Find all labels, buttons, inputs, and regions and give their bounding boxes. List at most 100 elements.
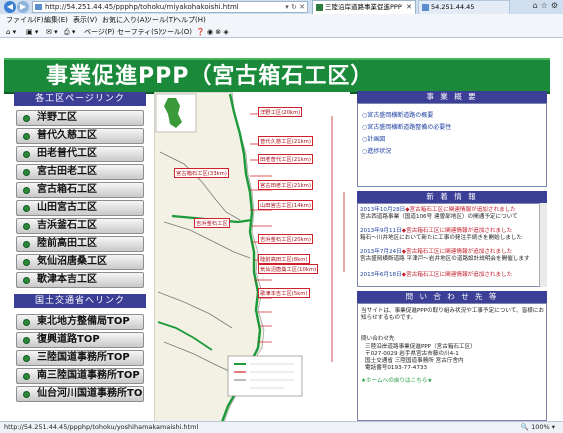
- news-title: ◆宮古箱石工区に関連情報が追加されました: [401, 249, 513, 255]
- map-label-miyako-hakoishi: 宮古箱石工区(33km): [174, 168, 229, 178]
- news-item[interactable]: 2013年10月28日◆宮古箱石工区に関連情報が追加されました 宮古西道路事業（国…: [360, 207, 544, 221]
- tab-active[interactable]: 三陸沿岸道路事業促進PPP ✕: [312, 0, 416, 14]
- home-return-link[interactable]: ★ホームへの戻りはこちら★: [361, 378, 545, 385]
- contact-intro: 当サイトは、事業促進PPPの取り組み状況や工事予定について、皆様にお知らせするも…: [361, 308, 545, 321]
- map-label-name: 宮古箱石工区: [176, 171, 208, 177]
- tools-menu[interactable]: ツール(O): [160, 26, 192, 38]
- sidebar-link-utatsu-motoyoshi[interactable]: 歌津本吉工区: [16, 272, 144, 288]
- sidebar-link-miyako-hakoishi[interactable]: 宮古箱石工区: [16, 182, 144, 198]
- sidebar-link-taro-fudai[interactable]: 田老普代工区: [16, 146, 144, 162]
- news-title: ◆宮古箱石工区に関連情報が追加されました: [405, 207, 516, 213]
- bullet-icon: [23, 205, 30, 212]
- mail-icon[interactable]: ✉ ▾: [46, 26, 58, 38]
- news-item[interactable]: 2013年6月18日◆宮古箱石工区に関連情報が追加されました: [360, 272, 544, 279]
- bullet-icon: [23, 337, 30, 344]
- map-label-rikuzentakata: 陸前高田工区(8km): [258, 254, 310, 264]
- bullet-icon: [23, 373, 30, 380]
- sidebar-link-sendai-office[interactable]: 仙台河川国道事務所TOP: [16, 386, 144, 402]
- news-body: 宮古西道路事業（国道106号 達曽部地区）の開通予定について: [360, 214, 518, 220]
- map-label-name: 歌津本吉工区: [260, 291, 292, 297]
- news-date: 2013年6月18日: [360, 272, 402, 278]
- bullet-icon: [23, 319, 30, 326]
- map-label-dist: (10km): [297, 267, 317, 273]
- map-label-name: 吉浜釜石工区: [260, 237, 292, 243]
- link-label: 気仙沼唐桑工区: [37, 256, 107, 267]
- sidebar: 各工区ページリンク 洋野工区 普代久慈工区 田老普代工区 宮古田老工区 宮古箱石…: [14, 92, 148, 421]
- bullet-icon: [23, 277, 30, 284]
- sidebar-link-hirono[interactable]: 洋野工区: [16, 110, 144, 126]
- map-label-dist: (33km): [207, 171, 227, 177]
- zoom-level[interactable]: 🔍 100% ▾: [521, 422, 555, 433]
- home-icon[interactable]: ⌂ ▾: [6, 26, 16, 38]
- map-label-name: 陸前高田工区: [260, 257, 292, 263]
- sidebar-link-minamisanriku-office[interactable]: 南三陸国道事務所TOP: [16, 368, 144, 384]
- help-icon[interactable]: ❓ ◉ ⊗ ◈: [196, 26, 229, 38]
- web-page: 事業促進PPP（宮古箱石工区） 各工区ページリンク 洋野工区 普代久慈工区 田老…: [0, 38, 563, 421]
- menu-favorites[interactable]: お気に入り(A): [102, 14, 147, 26]
- sidebar-link-fudai-kuji[interactable]: 普代久慈工区: [16, 128, 144, 144]
- map-label-name: 宮古田老工区: [260, 183, 292, 189]
- link-label: 吉浜釜石工区: [37, 220, 97, 231]
- sidebar-link-yamada-miyako[interactable]: 山田宮古工区: [16, 200, 144, 216]
- link-label: 歌津本吉工区: [37, 274, 97, 285]
- tab-other[interactable]: 54.251.44.45: [418, 0, 510, 14]
- bullet-icon: [23, 133, 30, 140]
- menu-file[interactable]: ファイル(F): [6, 14, 44, 26]
- right-column: 事 業 概 要 ○宮古盛岡横断道路の概要 ○宮古盛岡横断道路整備の必要性 ○計画…: [357, 91, 547, 421]
- safety-menu[interactable]: セーフティ(S): [117, 26, 161, 38]
- bullet-icon: [23, 115, 30, 122]
- sidebar-link-tohoku-bureau[interactable]: 東北地方整備局TOP: [16, 314, 144, 330]
- map-label-dist: (5km): [291, 291, 308, 297]
- contact-line: 〒027-0029 岩手県宮古市藤の川4-1: [365, 351, 459, 357]
- tab-close-icon[interactable]: ✕: [406, 1, 412, 14]
- overview-link-summary[interactable]: ○宮古盛岡横断道路の概要: [362, 110, 433, 119]
- forward-button[interactable]: ▶: [17, 1, 29, 13]
- news-item[interactable]: 2013年9月11日◆宮古箱石工区に関連情報が追加されました 箱石～川井地区におい…: [360, 228, 544, 242]
- page-menu[interactable]: ページ(P): [84, 26, 115, 38]
- contact-heading: 問 い 合 わ せ 先 等: [357, 291, 547, 303]
- news-item[interactable]: 2013年7月24日◆宮古箱石工区に関連情報が追加されました 宮古盛岡横断道路 平…: [360, 249, 544, 263]
- refresh-stop-icons[interactable]: ▾ ↻ ✕: [285, 2, 305, 12]
- window-controls-icons[interactable]: ⌂☆⚙: [533, 1, 561, 10]
- menu-edit[interactable]: 編集(E): [44, 14, 68, 26]
- feeds-icon[interactable]: ▣ ▾: [26, 26, 38, 38]
- news-heading: 新 着 情 報: [357, 191, 547, 203]
- map-label-yamada-miyako: 山田宮古工区(14km): [258, 200, 313, 210]
- sidebar-link-miyako-taro[interactable]: 宮古田老工区: [16, 164, 144, 180]
- map-label-dist: (21km): [291, 183, 311, 189]
- overview-link-necessity[interactable]: ○宮古盛岡横断道路整備の必要性: [362, 122, 451, 131]
- command-bar: ⌂ ▾ ▣ ▾ ✉ ▾ ⎙ ▾ ページ(P) セーフティ(S) ツール(O) ❓…: [0, 26, 563, 38]
- status-url: http://54.251.44.45/ppphp/tohoku/yoshiha…: [4, 423, 199, 431]
- route-map: 洋野工区(20km) 普代久慈工区(21km) 田老普代工区(21km) 宮古箱…: [153, 91, 350, 421]
- contact-line: 三陸沿岸道路事業促進PPP（宮古箱石工区）: [365, 344, 476, 350]
- overview-link-label: 進捗状況: [367, 148, 392, 155]
- map-label-yoshihama-kamaishi-2: 吉浜釜石工区: [194, 218, 230, 228]
- map-label-dist: (20km): [281, 110, 301, 116]
- news-scrollbar[interactable]: [539, 203, 547, 287]
- news-date: 2013年10月28日: [360, 207, 406, 213]
- sidebar-link-rikuzentakata[interactable]: 陸前高田工区: [16, 236, 144, 252]
- news-body: 箱石～川井地区において新たに工事の発注手続きを開始しました: [360, 235, 523, 241]
- link-label: 普代久慈工区: [37, 130, 97, 141]
- sidebar-link-fukko-road[interactable]: 復興道路TOP: [16, 332, 144, 348]
- link-label: 東北地方整備局TOP: [37, 316, 130, 327]
- bullet-icon: [23, 223, 30, 230]
- overview-link-plan[interactable]: ○計画図: [362, 134, 385, 143]
- sidebar-link-sanriku-office[interactable]: 三陸国道事務所TOP: [16, 350, 144, 366]
- tab-favicon-icon: [316, 4, 323, 11]
- page-title: 事業促進PPP（宮古箱石工区）: [46, 64, 374, 89]
- menu-view[interactable]: 表示(V): [73, 14, 97, 26]
- sidebar-link-kesennuma-karakuwa[interactable]: 気仙沼唐桑工区: [16, 254, 144, 270]
- tab-active-label: 三陸沿岸道路事業促進PPP: [325, 3, 402, 11]
- overview-link-progress[interactable]: ○進捗状況: [362, 146, 391, 155]
- bullet-icon: [23, 391, 30, 398]
- back-button[interactable]: ◀: [4, 1, 16, 13]
- address-bar[interactable]: http://54.251.44.45/ppphp/tohoku/miyakoh…: [32, 1, 308, 13]
- menu-help[interactable]: ヘルプ(H): [174, 14, 206, 26]
- menu-tools[interactable]: ツール(T): [145, 14, 176, 26]
- news-date: 2013年9月11日: [360, 228, 402, 234]
- map-label-dist: (14km): [291, 203, 311, 209]
- print-icon[interactable]: ⎙ ▾: [64, 26, 75, 38]
- sidebar-section-heading: 各工区ページリンク: [14, 92, 146, 106]
- sidebar-link-yoshihama-kamaishi[interactable]: 吉浜釜石工区: [16, 218, 144, 234]
